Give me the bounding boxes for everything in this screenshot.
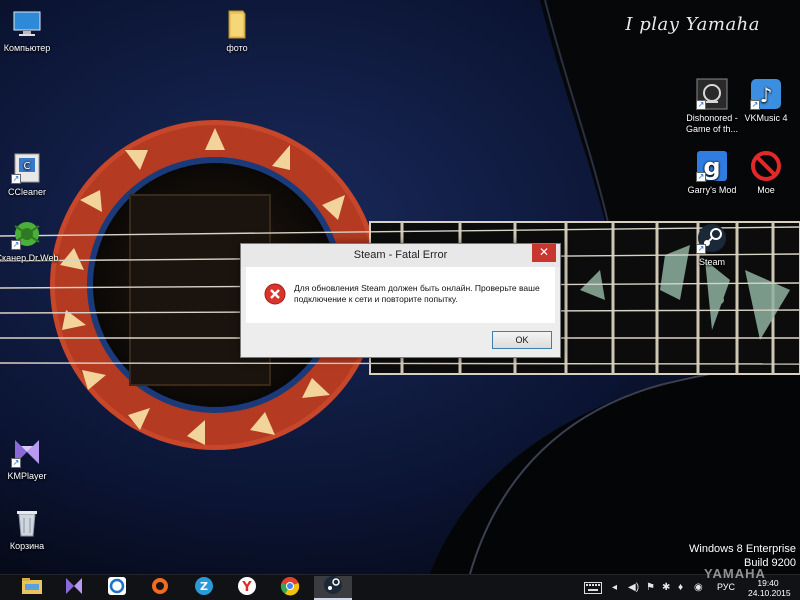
touch-keyboard-icon[interactable] (584, 582, 602, 598)
desktop-icon-label: Garry's Mod (687, 185, 737, 195)
drweb-spider-icon: ↗ (11, 218, 43, 250)
desktop-icon-drweb[interactable]: ↗ Сканер Dr.Web (0, 218, 62, 264)
yandex-browser-icon: Y (237, 576, 257, 600)
desktop-icon-label: Сканер Dr.Web (0, 253, 59, 263)
shortcut-arrow-icon: ↗ (696, 244, 706, 254)
taskbar-origin[interactable] (141, 576, 179, 600)
tray-app-icon-2[interactable]: ♦ (678, 582, 683, 594)
vkmusic-icon: ♪ ↗ (750, 78, 782, 110)
input-language-indicator[interactable]: РУС (717, 582, 735, 592)
yamaha-watermark: YAMAHA (704, 566, 766, 581)
dialog-body: Для обновления Steam должен быть онлайн.… (246, 267, 555, 323)
svg-text:C: C (24, 161, 31, 172)
clock-date: 24.10.2015 (748, 588, 791, 598)
kmplayer-icon: ↗ (11, 436, 43, 468)
desktop-icon-computer[interactable]: Компьютер (0, 8, 62, 54)
taskbar-uplay[interactable] (98, 576, 136, 600)
ccleaner-icon: C ↗ (11, 152, 43, 184)
taskbar-yandex-browser[interactable]: Y (228, 576, 266, 600)
kmplayer-icon (64, 576, 84, 600)
desktop-icon-label: Компьютер (3, 43, 51, 53)
network-icon[interactable]: ◂ (612, 582, 617, 594)
shortcut-arrow-icon: ↗ (11, 240, 21, 250)
chrome-icon (280, 576, 300, 600)
folder-icon (221, 8, 253, 40)
garrysmod-icon: g ↗ (696, 150, 728, 182)
dialog-titlebar[interactable]: Steam - Fatal Error ✕ (241, 244, 560, 267)
taskbar-file-explorer[interactable] (13, 576, 51, 600)
iplay-yamaha-logo: I play Yamaha (625, 14, 760, 35)
origin-icon (150, 576, 170, 600)
shortcut-arrow-icon: ↗ (11, 174, 21, 184)
uplay-icon (107, 576, 127, 600)
shortcut-arrow-icon: ↗ (750, 100, 760, 110)
os-edition-text: Windows 8 Enterprise (689, 543, 796, 555)
svg-text:♪: ♪ (760, 83, 773, 107)
steam-icon: ↗ (696, 222, 728, 254)
shortcut-arrow-icon: ↗ (696, 100, 706, 110)
volume-icon[interactable]: ◀) (628, 582, 639, 594)
dialog-title: Steam - Fatal Error (353, 249, 448, 261)
taskbar: Z Y ◂ ◀) ⚑ ✱ ♦ ◉ РУС 19:40 24.10.2015 (0, 574, 800, 600)
file-explorer-icon (21, 577, 43, 600)
shortcut-arrow-icon: ↗ (11, 458, 21, 468)
taskbar-chrome[interactable] (271, 576, 309, 600)
flag-icon[interactable]: ⚑ (646, 582, 655, 594)
desktop-icon-photo-folder[interactable]: фото (202, 8, 272, 54)
svg-text:Z: Z (200, 580, 208, 593)
desktop-icon-recycle-bin[interactable]: Корзина (0, 506, 62, 552)
desktop-icon-kmplayer[interactable]: ↗ KMPlayer (0, 436, 62, 482)
desktop-icon-ccleaner[interactable]: C ↗ CCleaner (0, 152, 62, 198)
steam-fatal-error-dialog: Steam - Fatal Error ✕ Для обновления Ste… (240, 243, 561, 358)
taskbar-kmplayer[interactable] (55, 576, 93, 600)
recycle-bin-icon (11, 506, 43, 538)
taskbar-steam[interactable] (314, 575, 352, 600)
desktop-icon-label: CCleaner (7, 187, 47, 197)
desktop-icon-steam[interactable]: ↗ Steam (677, 222, 747, 268)
desktop-icon-label: Мое (757, 185, 775, 195)
taskbar-zona[interactable]: Z (185, 576, 223, 600)
prohibited-sign-icon (750, 150, 782, 182)
dishonored-icon: ↗ (696, 78, 728, 110)
zona-icon: Z (194, 576, 214, 600)
steam-icon (323, 575, 343, 600)
dialog-close-button[interactable]: ✕ (532, 244, 556, 262)
desktop-icon-vkmusic[interactable]: ♪ ↗ VKMusic 4 (731, 78, 800, 124)
shortcut-arrow-icon: ↗ (696, 172, 706, 182)
error-message: Для обновления Steam должен быть онлайн.… (294, 283, 540, 304)
desktop-icon-label: Корзина (9, 541, 45, 551)
computer-icon (11, 8, 43, 40)
desktop-icon-moe[interactable]: Мое (731, 150, 800, 196)
desktop-icon-label: Steam (698, 257, 725, 267)
error-icon (264, 283, 286, 305)
desktop-icon-label: фото (226, 43, 248, 53)
desktop-icon-label: KMPlayer (7, 471, 47, 481)
tray-app-icon-3[interactable]: ◉ (694, 582, 703, 594)
svg-text:Y: Y (241, 580, 252, 595)
tray-app-icon[interactable]: ✱ (662, 582, 670, 594)
taskbar-clock[interactable]: 19:40 24.10.2015 (748, 578, 791, 598)
ok-button[interactable]: OK (492, 331, 552, 349)
desktop-icon-label: VKMusic 4 (744, 113, 788, 123)
